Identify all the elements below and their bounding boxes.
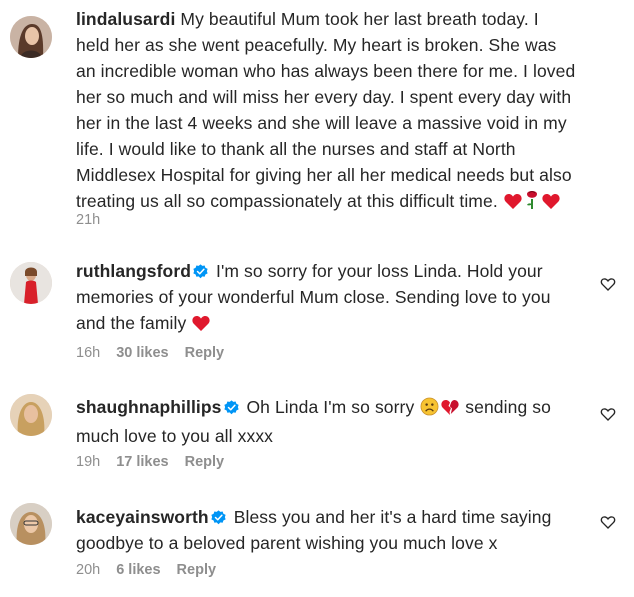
comment-meta: 20h 6 likes Reply bbox=[76, 562, 216, 578]
rose-icon bbox=[524, 190, 540, 217]
heart-outline-icon[interactable] bbox=[600, 406, 616, 422]
heart-outline-icon[interactable] bbox=[600, 276, 616, 292]
likes-count[interactable]: 17 likes bbox=[116, 454, 168, 470]
timestamp: 21h bbox=[76, 212, 101, 228]
likes-count[interactable]: 30 likes bbox=[116, 345, 168, 361]
comment-meta: 21h bbox=[76, 212, 100, 228]
comment-text: lindalusardi My beautiful Mum took her l… bbox=[76, 6, 576, 217]
broken-heart-icon bbox=[441, 397, 459, 423]
comment-meta: 16h 30 likes Reply bbox=[76, 345, 224, 361]
reply-button[interactable]: Reply bbox=[185, 454, 225, 470]
verified-badge-icon bbox=[193, 260, 208, 279]
username[interactable]: kaceyainsworth bbox=[76, 507, 209, 527]
avatar[interactable] bbox=[10, 16, 52, 58]
red-heart-icon bbox=[192, 313, 210, 339]
avatar[interactable] bbox=[10, 262, 52, 304]
comment-meta: 19h 17 likes Reply bbox=[76, 454, 224, 470]
comment-text: ruthlangsford I'm so sorry for your loss… bbox=[76, 258, 576, 339]
heart-outline-icon[interactable] bbox=[600, 514, 616, 530]
comment-body: My beautiful Mum took her last breath to… bbox=[76, 9, 576, 211]
avatar[interactable] bbox=[10, 503, 52, 545]
red-heart-icon bbox=[542, 191, 560, 217]
likes-count[interactable]: 6 likes bbox=[116, 562, 160, 578]
sad-face-icon bbox=[420, 397, 439, 423]
comment-body: Oh Linda I'm so sorry bbox=[246, 397, 415, 417]
username[interactable]: ruthlangsford bbox=[76, 261, 191, 281]
reply-button[interactable]: Reply bbox=[185, 345, 225, 361]
username[interactable]: shaughnaphillips bbox=[76, 397, 222, 417]
username[interactable]: lindalusardi bbox=[76, 9, 175, 29]
avatar[interactable] bbox=[10, 394, 52, 436]
comment-text: kaceyainsworth Bless you and her it's a … bbox=[76, 504, 576, 556]
verified-badge-icon bbox=[223, 396, 239, 415]
timestamp: 19h bbox=[76, 454, 101, 470]
verified-badge-icon bbox=[211, 506, 226, 525]
timestamp: 16h bbox=[76, 345, 101, 361]
red-heart-icon bbox=[504, 191, 522, 217]
timestamp: 20h bbox=[76, 562, 101, 578]
reply-button[interactable]: Reply bbox=[177, 562, 217, 578]
comment-text: shaughnaphillips Oh Linda I'm so sorry s… bbox=[76, 394, 576, 449]
